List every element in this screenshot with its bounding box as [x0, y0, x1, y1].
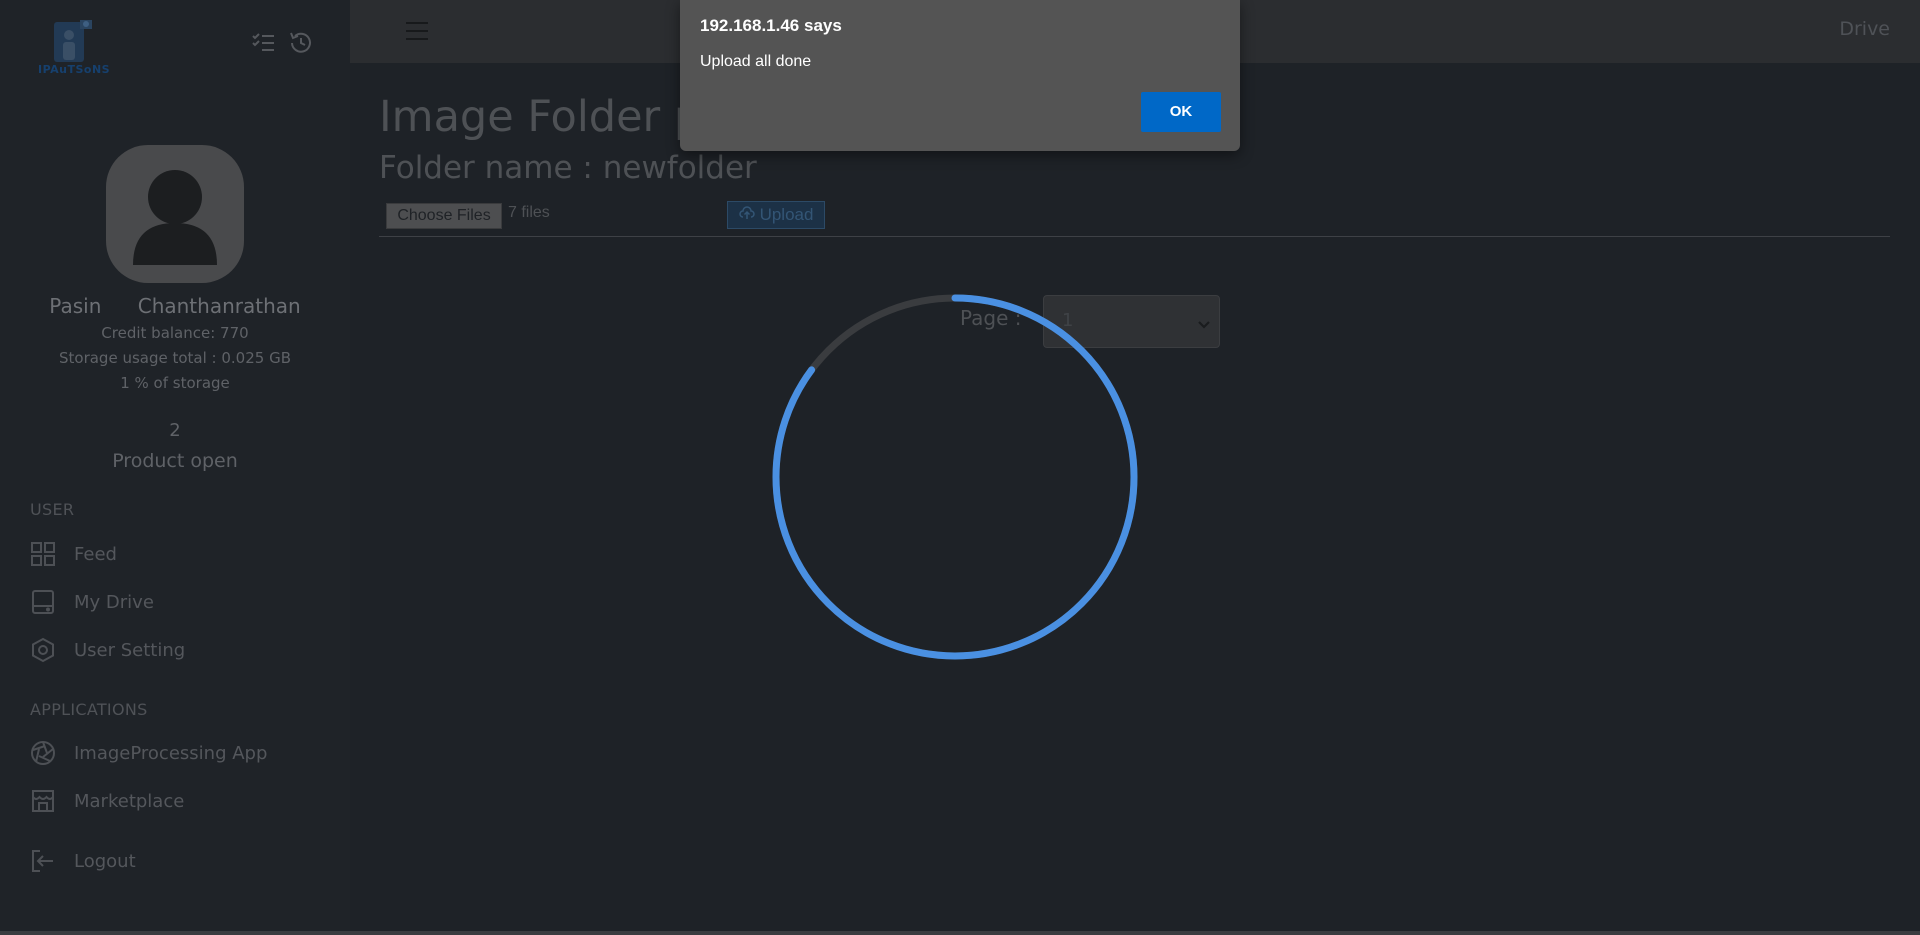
nav-item-feed[interactable]: Feed: [30, 537, 117, 571]
credit-balance: Credit balance: 770: [101, 324, 249, 342]
page-title: Image Folder pa: [379, 92, 728, 142]
storage-usage: Storage usage total : 0.025 GB: [58, 349, 291, 367]
nav-item-label: Logout: [74, 850, 136, 872]
nav-item-label: ImageProcessing App: [74, 742, 268, 764]
nav-item-marketplace[interactable]: Marketplace: [30, 784, 184, 818]
upload-button[interactable]: Upload: [727, 201, 825, 229]
alert-dialog: 192.168.1.46 says Upload all done OK: [680, 0, 1240, 151]
nav-item-label: My Drive: [74, 591, 154, 613]
dialog-message: Upload all done: [700, 53, 812, 70]
divider: [379, 236, 1890, 237]
files-count: 7 files: [508, 204, 550, 221]
logo-text: IPAuTSoNS: [38, 63, 111, 76]
nav-item-label: Marketplace: [74, 790, 185, 812]
hexagon-settings-icon: [30, 637, 56, 663]
aperture-icon: [30, 740, 56, 766]
nav-item-label: Feed: [74, 543, 117, 565]
section-title-applications: APPLICATIONS: [30, 700, 148, 719]
choose-files-button[interactable]: Choose Files: [386, 203, 502, 229]
nav-item-user-setting[interactable]: User Setting: [30, 633, 185, 667]
nav-item-imageprocessing[interactable]: ImageProcessing App: [30, 736, 267, 770]
upload-label: Upload: [759, 205, 814, 224]
cloud-upload-icon: [738, 202, 755, 228]
drive-icon: [30, 589, 56, 615]
user-name: Pasin Chanthanrathan: [0, 294, 350, 318]
chevron-down-icon: [1197, 315, 1211, 334]
product-open-label: Product open: [112, 450, 238, 472]
section-title-user: USER: [30, 500, 75, 519]
grid-icon: [30, 541, 56, 567]
dialog-title: 192.168.1.46 says: [700, 16, 842, 35]
user-last-name: Chanthanrathan: [137, 294, 301, 318]
ok-button[interactable]: OK: [1141, 92, 1221, 132]
bottom-edge: [0, 931, 1920, 935]
product-count: 2: [169, 420, 181, 441]
store-icon: [30, 788, 56, 814]
sidebar: IPAuTSoNS Pasin Chanthanrathan Credit ba…: [0, 0, 350, 931]
hamburger-menu-icon[interactable]: [405, 20, 429, 46]
nav-item-my-drive[interactable]: My Drive: [30, 585, 154, 619]
loading-spinner: [770, 292, 1140, 666]
avatar: [106, 145, 244, 283]
logout-icon: [30, 848, 56, 874]
user-first-name: Pasin: [49, 294, 102, 318]
history-icon[interactable]: [288, 30, 314, 56]
folder-title: Folder name : newfolder: [379, 150, 757, 186]
nav-item-label: User Setting: [74, 639, 186, 661]
storage-percent: 1 % of storage: [120, 374, 230, 392]
nav-item-logout[interactable]: Logout: [30, 844, 136, 878]
checklist-icon[interactable]: [250, 30, 276, 56]
drive-link[interactable]: Drive: [1839, 18, 1890, 40]
